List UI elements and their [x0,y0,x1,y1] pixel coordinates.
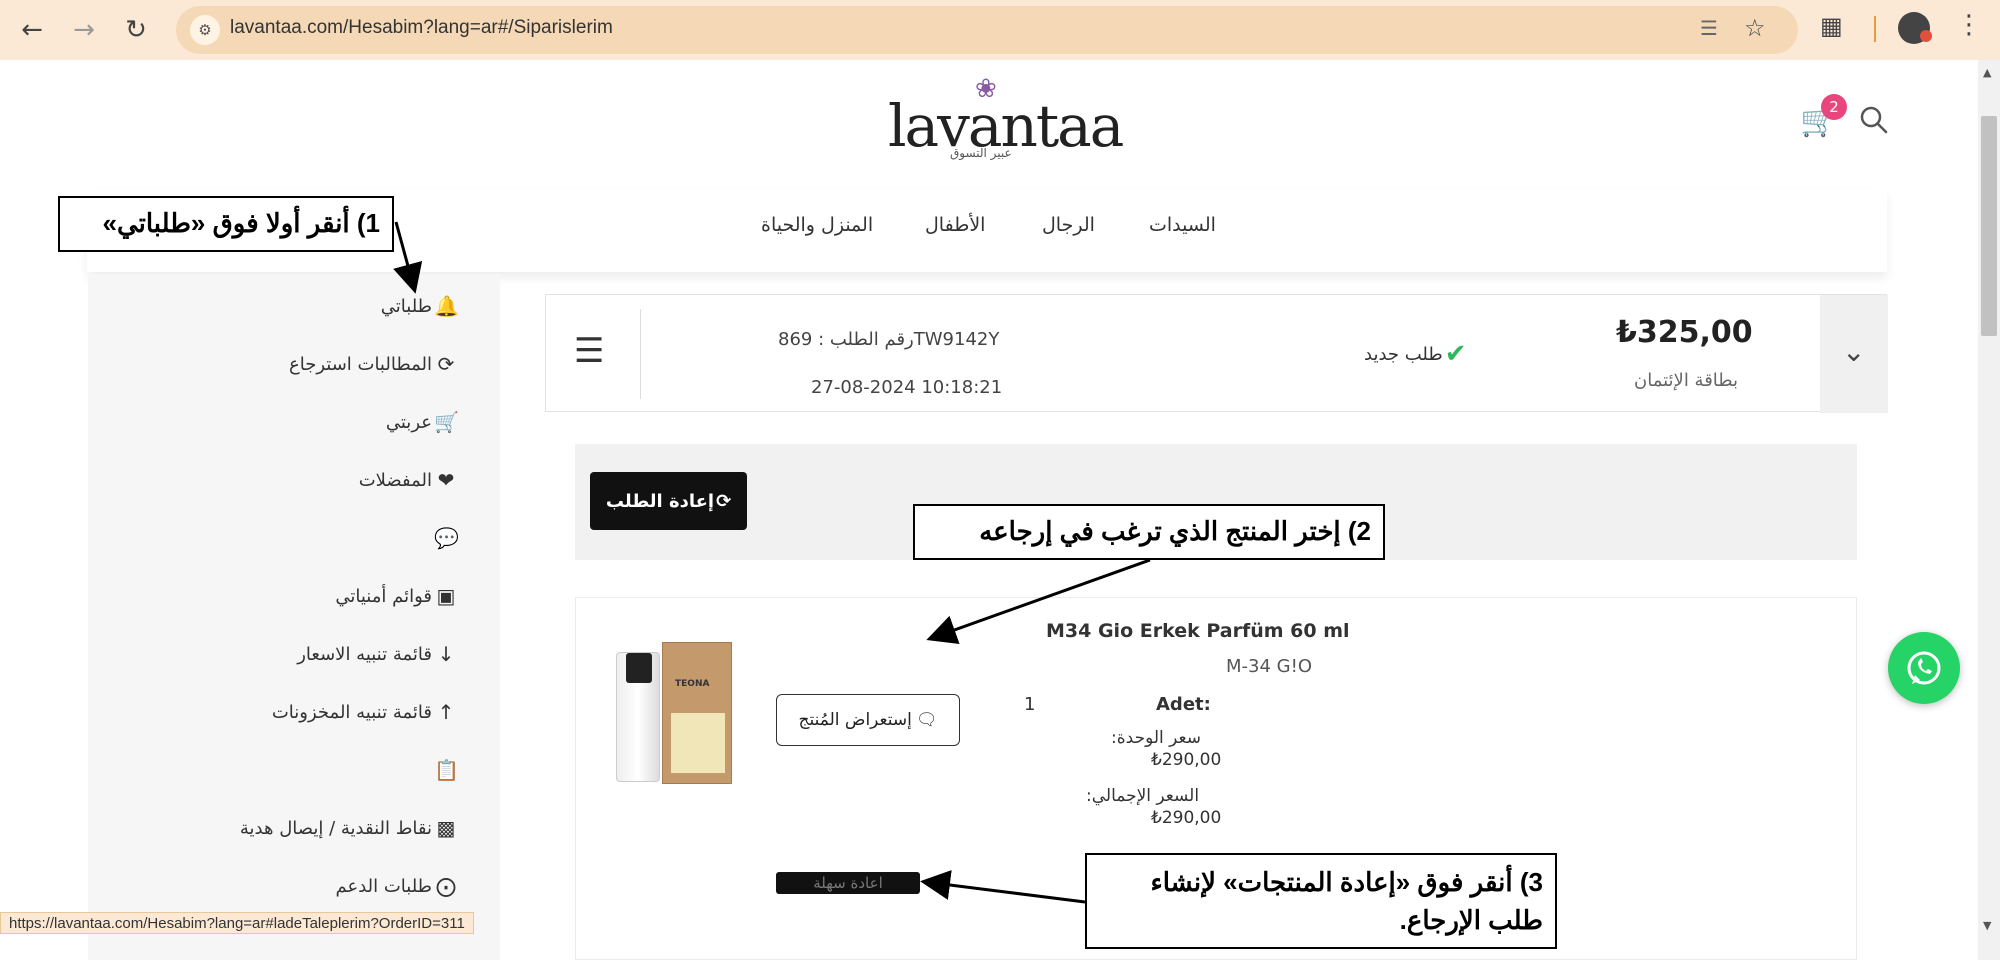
cart-count-badge: 2 [1821,94,1847,120]
order-number: رقم الطلب : 869TW9142Y [778,329,1000,350]
order-price: ₺325,00 [1616,315,1753,350]
product-name[interactable]: M34 Gio Erkek Parfüm 60 ml [1046,620,1350,642]
check-icon: ✔ [1444,339,1467,369]
payment-method: بطاقة الإئتمان [1634,370,1739,391]
order-status: طلب جديد ✔ [1364,339,1467,369]
clipboard-icon: 📋 [434,758,459,782]
sidebar-item-comments[interactable]: 💬 [432,526,459,550]
toolbar-divider [1874,16,1876,42]
reload-icon[interactable]: ↻ [116,10,156,50]
order-date: 27-08-2024 10:18:21 [811,377,1003,398]
profile-avatar-icon[interactable] [1898,12,1932,44]
refresh-icon: ⟳ [716,490,732,512]
site-logo[interactable]: ❀ lavantaa عبير التسوق [880,74,1124,164]
scroll-up-icon[interactable]: ▲ [1983,66,1991,79]
callout-text: 1) أنقر أولا فوق «طلباتي» [102,208,380,238]
total-price-label: :السعر الإجمالي [1086,786,1200,806]
sidebar-item-label: عربتي [385,411,432,433]
search-icon[interactable] [1858,102,1890,138]
category-home-life[interactable]: المنزل والحياة [761,214,873,236]
category-women[interactable]: السيدات [1149,214,1216,236]
refresh-icon: ⟳ [437,352,455,376]
sidebar-item-orders[interactable]: طلباتي 🔔 [380,294,459,318]
translate-icon[interactable]: ☰ [1700,16,1718,40]
url-text[interactable]: lavantaa.com/Hesabim?lang=ar#/Siparisler… [230,17,613,39]
sidebar-item-label: طلبات الدعم [335,875,432,897]
category-men[interactable]: الرجال [1042,214,1095,236]
reorder-button[interactable]: إعادة الطلب ⟳ [590,472,747,530]
comment-icon: 🗨 [915,710,938,730]
brand-name: TEONA [675,679,710,689]
quantity-label: Adet: [1156,694,1211,715]
easy-return-button[interactable]: اعادة سهلة [776,872,920,894]
support-icon: ⨀ [436,874,456,898]
callout-step-1: 1) أنقر أولا فوق «طلباتي» [58,196,394,252]
unit-price-label: :سعر الوحدة [1111,728,1201,748]
heart-icon: ❤ [437,468,455,492]
sidebar-item-cart[interactable]: عربتي 🛒 [385,410,459,434]
arrow-down-icon: ↓ [437,642,455,666]
address-bar[interactable]: ⚙ lavantaa.com/Hesabim?lang=ar#/Siparisl… [176,6,1798,54]
callout-text: طلب الإرجاع. [1399,905,1543,935]
bookmark-star-icon[interactable]: ☆ [1744,14,1766,42]
back-icon[interactable]: ← [12,10,52,50]
callout-step-3: 3) أنقر فوق «إعادة المنتجات» لإنشاء طلب … [1085,853,1557,949]
product-image[interactable]: TEONA [616,642,736,784]
arrow-up-icon: ↑ [437,700,455,724]
sidebar-item-return-claims[interactable]: المطالبات استرجاع ⟳ [289,352,458,376]
sidebar-item-wishlists[interactable]: قوائم أمنياتي ▣ [335,584,458,608]
scrollbar-thumb[interactable] [1981,116,1997,336]
quantity-value: 1 [1024,694,1036,715]
category-kids[interactable]: الأطفال [925,214,985,236]
scroll-down-icon[interactable]: ▼ [1983,919,1991,932]
chevron-down-icon: ⌄ [1842,335,1866,368]
unit-price-value: ₺290,00 [1151,750,1222,770]
forward-icon[interactable]: → [64,10,104,50]
review-label: إستعراض المُنتج [798,710,912,730]
logo-tagline: عبير التسوق [950,146,1012,160]
account-sidebar: طلباتي 🔔 المطالبات استرجاع ⟳ عربتي 🛒 الم… [88,274,500,960]
sidebar-item-price-alerts[interactable]: قائمة تنبيه الاسعار ↓ [297,642,458,666]
sidebar-item-label: طلباتي [380,295,432,317]
sidebar-item-cash-points[interactable]: نقاط النقدية / إيصال هدية ▩ [240,816,458,840]
order-expand-toggle[interactable]: ⌄ [1820,295,1888,413]
review-product-button[interactable]: إستعراض المُنتج 🗨 [776,694,960,746]
browser-toolbar: ← → ↻ ⚙ lavantaa.com/Hesabim?lang=ar#/Si… [0,0,2000,60]
sidebar-item-label: نقاط النقدية / إيصال هدية [239,817,432,839]
callout-text: 3) أنقر فوق «إعادة المنتجات» لإنشاء [1150,867,1543,897]
extensions-icon[interactable]: ▦ [1820,12,1843,40]
link-status-bar: https://lavantaa.com/Hesabim?lang=ar#lad… [0,912,474,934]
sidebar-item-stock-alerts[interactable]: قائمة تنبيه المخزونات ↑ [272,700,458,724]
site-settings-icon[interactable]: ⚙ [190,15,220,45]
sidebar-item-label: المطالبات استرجاع [288,353,432,375]
browser-menu-icon[interactable]: ⋮ [1956,10,1982,40]
divider [640,309,641,399]
product-code: M-34 G!O [1226,656,1312,677]
total-price-value: ₺290,00 [1151,808,1222,828]
cart-icon: 🛒 [434,410,459,434]
whatsapp-chat-button[interactable] [1888,632,1960,704]
order-summary: ⌄ ₺325,00 بطاقة الإئتمان طلب جديد ✔ رقم … [545,294,1888,413]
sidebar-item-label: المفضلات [358,469,432,491]
whatsapp-icon [1907,651,1941,685]
sidebar-item-favorites[interactable]: المفضلات ❤ [359,468,458,492]
hamburger-menu-icon[interactable]: ☰ [574,331,604,371]
sidebar-item-support[interactable]: طلبات الدعم ⨀ [335,874,458,898]
sidebar-item-clipboard[interactable]: 📋 [432,758,459,782]
box-icon: ▣ [436,584,456,608]
sidebar-item-label: قائمة تنبيه الاسعار [297,643,432,665]
perfume-box: TEONA [662,642,732,784]
page-scrollbar[interactable]: ▲ ▼ [1978,60,2000,960]
sidebar-item-label: قوائم أمنياتي [335,585,432,607]
reorder-label: إعادة الطلب [605,490,715,512]
perfume-bottle [616,652,660,782]
callout-step-2: 2) إختر المنتج الذي ترغب في إرجاعه [913,504,1385,560]
sidebar-item-label: قائمة تنبيه المخزونات [271,701,432,723]
comments-icon: 💬 [434,526,459,550]
status-label: طلب جديد [1364,343,1443,365]
money-icon: ▩ [436,816,456,840]
callout-text: 2) إختر المنتج الذي ترغب في إرجاعه [979,516,1371,546]
bell-icon: 🔔 [434,294,459,318]
